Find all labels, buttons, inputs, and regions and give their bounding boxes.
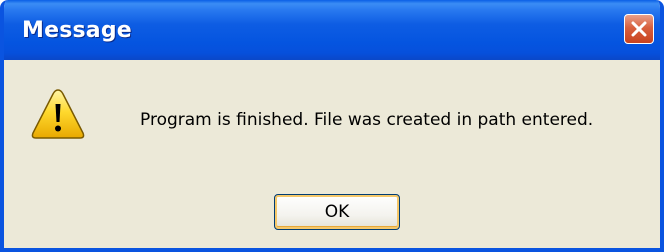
title-bar[interactable]: Message [4, 0, 660, 60]
message-text: Program is finished. File was created in… [140, 110, 594, 130]
ok-button[interactable]: OK [274, 194, 400, 230]
window-title: Message [22, 18, 132, 43]
warning-icon [31, 89, 85, 139]
message-dialog: Message Program is finished. File was cr… [0, 0, 664, 252]
close-button[interactable] [624, 14, 654, 44]
close-icon [631, 21, 647, 37]
dialog-body: Program is finished. File was created in… [4, 60, 660, 248]
